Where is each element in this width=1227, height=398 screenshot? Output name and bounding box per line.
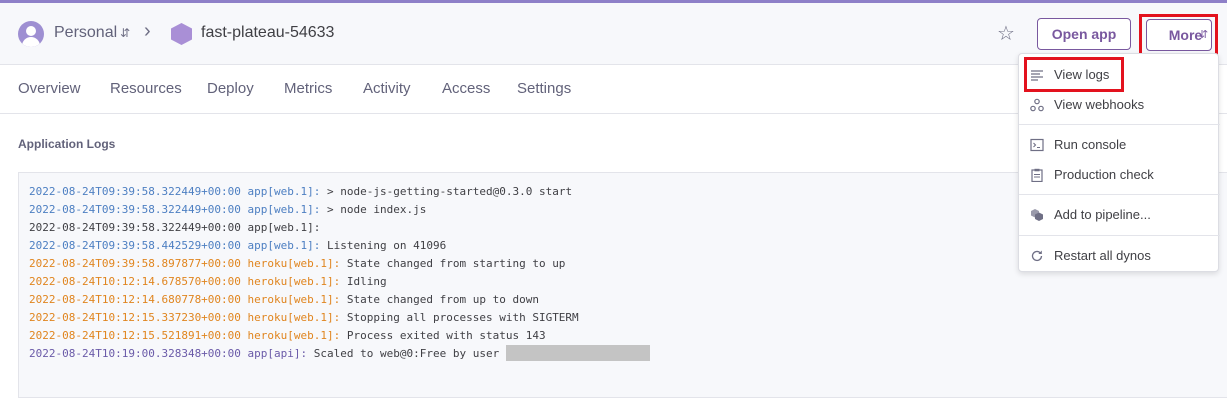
menu-divider (1019, 235, 1220, 236)
clipboard-icon (1031, 168, 1043, 182)
terminal-icon (1030, 138, 1044, 152)
log-timestamp: 2022-08-24T10:12:14.678570+00:00 (29, 275, 241, 288)
menu-item-view-logs[interactable]: View logs (1019, 60, 1220, 90)
tab-deploy[interactable]: Deploy (207, 80, 254, 97)
open-app-button[interactable]: Open app (1037, 18, 1131, 50)
log-message: > node-js-getting-started@0.3.0 start (320, 185, 573, 198)
log-timestamp: 2022-08-24T09:39:58.322449+00:00 (29, 185, 241, 198)
tab-settings[interactable]: Settings (517, 80, 571, 97)
log-source: app[api]: (247, 347, 308, 360)
log-timestamp: 2022-08-24T09:39:58.442529+00:00 (29, 239, 241, 252)
more-button-label: More (1168, 27, 1203, 43)
hexagon-app-icon (171, 23, 192, 45)
log-message: State changed from up to down (340, 293, 539, 306)
tab-resources[interactable]: Resources (110, 80, 182, 97)
log-message: Scaled to web@0:Free by user (307, 347, 506, 360)
log-message: Listening on 41096 (320, 239, 447, 252)
more-button-highlight: More ⇵ (1139, 14, 1218, 57)
log-source: app[web.1]: (247, 239, 321, 252)
log-source: heroku[web.1]: (247, 275, 341, 288)
log-line: 2022-08-24T10:12:14.678570+00:00 heroku[… (29, 273, 1227, 291)
menu-divider (1019, 124, 1220, 125)
menu-item-view-webhooks[interactable]: View webhooks (1019, 90, 1220, 120)
log-line: 2022-08-24T10:12:15.337230+00:00 heroku[… (29, 309, 1227, 327)
chevron-up-down-icon[interactable]: ⇵ (120, 24, 130, 42)
app-name[interactable]: fast-plateau-54633 (201, 24, 334, 42)
log-message: Idling (340, 275, 387, 288)
menu-item-label: Run console (1054, 137, 1127, 152)
log-source: app[web.1]: (247, 221, 321, 234)
log-source: heroku[web.1]: (247, 311, 341, 324)
tab-access[interactable]: Access (442, 80, 490, 97)
log-timestamp: 2022-08-24T09:39:58.322449+00:00 (29, 221, 241, 234)
log-source: heroku[web.1]: (247, 293, 341, 306)
menu-divider (1019, 194, 1220, 195)
log-message: State changed from starting to up (340, 257, 566, 270)
menu-item-label: Production check (1054, 167, 1154, 182)
log-source: heroku[web.1]: (247, 257, 341, 270)
log-message: Stopping all processes with SIGTERM (340, 311, 579, 324)
log-timestamp: 2022-08-24T10:19:00.328348+00:00 (29, 347, 241, 360)
restart-icon (1031, 250, 1043, 262)
menu-item-label: View logs (1054, 67, 1110, 82)
section-title: Application Logs (18, 137, 116, 151)
team-switcher-label[interactable]: Personal (54, 24, 117, 42)
menu-item-label: Restart all dynos (1054, 248, 1151, 263)
star-icon[interactable]: ☆ (995, 23, 1017, 45)
pipeline-icon (1031, 209, 1043, 221)
log-timestamp: 2022-08-24T10:12:14.680778+00:00 (29, 293, 241, 306)
menu-item-label: Add to pipeline... (1054, 207, 1151, 222)
log-timestamp: 2022-08-24T09:39:58.322449+00:00 (29, 203, 241, 216)
more-dropdown-menu: View logs View webhooks Run console Prod… (1018, 53, 1220, 272)
log-timestamp: 2022-08-24T09:39:58.897877+00:00 (29, 257, 241, 270)
menu-item-label: View webhooks (1054, 97, 1145, 112)
user-avatar-icon[interactable] (18, 21, 44, 47)
tab-activity[interactable]: Activity (363, 80, 411, 97)
more-button[interactable]: More ⇵ (1146, 19, 1212, 51)
menu-item-production-check[interactable]: Production check (1019, 160, 1220, 190)
log-source: app[web.1]: (247, 203, 321, 216)
log-line: 2022-08-24T10:12:15.521891+00:00 heroku[… (29, 327, 1227, 345)
log-message: Process exited with status 143 (340, 329, 546, 342)
chevron-up-down-icon: ⇵ (1199, 29, 1209, 41)
tab-metrics[interactable]: Metrics (284, 80, 332, 97)
log-source: heroku[web.1]: (247, 329, 341, 342)
menu-item-add-to-pipeline[interactable]: Add to pipeline... (1019, 200, 1220, 230)
redacted-username (505, 345, 650, 361)
log-line: 2022-08-24T10:12:14.680778+00:00 heroku[… (29, 291, 1227, 309)
breadcrumb-chevron-icon: › (144, 20, 151, 42)
log-message: > node index.js (320, 203, 427, 216)
log-source: app[web.1]: (247, 185, 321, 198)
menu-item-run-console[interactable]: Run console (1019, 130, 1220, 160)
tab-overview[interactable]: Overview (18, 80, 81, 97)
menu-item-restart-all-dynos[interactable]: Restart all dynos (1019, 241, 1220, 271)
lines-icon (1031, 70, 1043, 81)
log-timestamp: 2022-08-24T10:12:15.337230+00:00 (29, 311, 241, 324)
log-line: 2022-08-24T10:19:00.328348+00:00 app[api… (29, 345, 1227, 363)
webhook-icon (1030, 98, 1044, 112)
log-timestamp: 2022-08-24T10:12:15.521891+00:00 (29, 329, 241, 342)
